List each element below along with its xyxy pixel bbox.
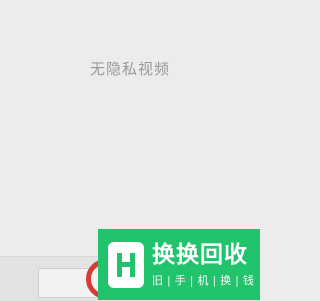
- watermark-subtitle-char: 旧: [152, 274, 163, 287]
- watermark-subtitle-char: 钱: [242, 274, 254, 287]
- watermark-title: 换换回收: [152, 242, 248, 268]
- empty-state-message: 无隐私视频: [89, 60, 170, 78]
- watermark-separator: |: [212, 274, 217, 287]
- watermark-subtitle-char: 手: [174, 274, 186, 287]
- logo-h-icon: [108, 241, 144, 288]
- watermark-separator: |: [189, 274, 194, 287]
- watermark-separator: |: [235, 274, 239, 287]
- watermark-text: 换换回收 旧 | 手 | 机 | 换 | 钱: [152, 242, 254, 287]
- watermark-separator: |: [167, 274, 171, 287]
- watermark-subtitle-char: 换: [220, 274, 232, 287]
- watermark-logo: 换换回收 旧 | 手 | 机 | 换 | 钱: [98, 229, 260, 300]
- watermark-subtitle: 旧 | 手 | 机 | 换 | 钱: [152, 274, 254, 287]
- watermark-subtitle-char: 机: [197, 274, 209, 287]
